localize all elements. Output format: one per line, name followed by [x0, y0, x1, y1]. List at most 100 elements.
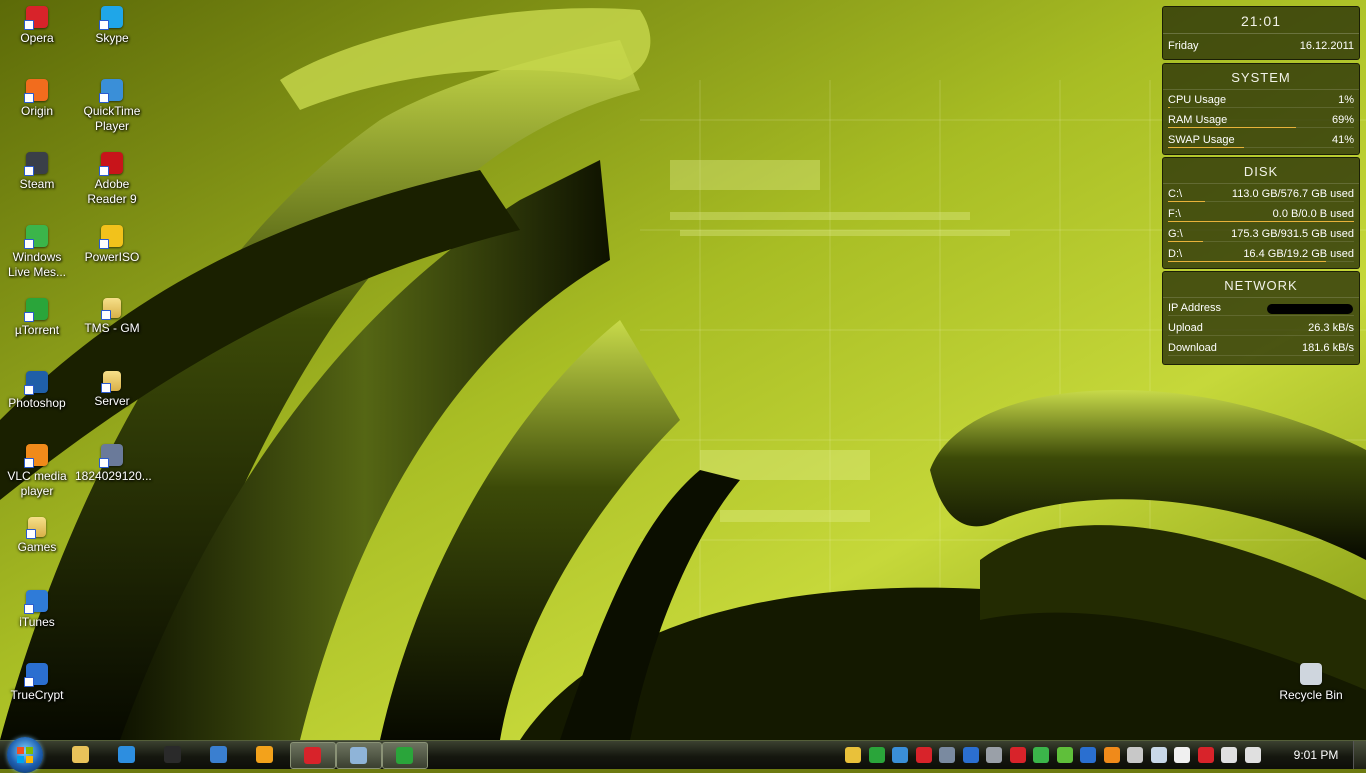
system-widget: SYSTEM CPU Usage 1% RAM Usage 69% SWAP Usage… [1162, 63, 1360, 155]
opera-tray-icon[interactable] [915, 747, 932, 763]
headset-icon[interactable] [1103, 747, 1120, 763]
steam-tray-icon[interactable] [1127, 747, 1143, 763]
opera-icon [304, 747, 321, 764]
utorrent-icon [396, 747, 413, 764]
desktop-shortcut-label: Windows Live Mes... [7, 250, 67, 279]
desktop-shortcut-origin[interactable]: Origin [0, 79, 74, 139]
internet-explorer-icon [118, 746, 135, 763]
desktop-shortcut-label: Server [94, 394, 130, 408]
ip-address-redaction [1267, 304, 1353, 314]
taskbar-button-explorer[interactable] [59, 742, 103, 767]
desktop-shortcut-label: 1824029120... [75, 469, 152, 483]
show-desktop-button[interactable] [1353, 741, 1366, 769]
system-usage-bar [1168, 107, 1170, 108]
photoshop-icon [24, 371, 48, 395]
hp-icon [164, 746, 181, 763]
bluetooth-icon[interactable] [962, 747, 979, 763]
desktop-shortcut-recycle-bin[interactable]: Recycle Bin [1274, 663, 1348, 723]
desktop-shortcut-windows-live-mes[interactable]: Windows Live Mes... [0, 225, 74, 285]
disk-row: D:\ 16.4 GB/19.2 GB used [1163, 244, 1359, 264]
system-usage-bar [1168, 127, 1296, 128]
clock-widget: 21:01 Friday 16.12.2011 [1162, 6, 1360, 60]
monitor-tray-icon[interactable] [892, 747, 908, 763]
desktop-shortcut-1824029120[interactable]: 1824029120... [75, 444, 152, 504]
mail-icon [210, 746, 227, 763]
hp-tray-icon[interactable] [1080, 747, 1096, 763]
taskbar-button-utorrent[interactable] [382, 742, 428, 769]
widget-day: Friday [1168, 40, 1199, 52]
system-row: SWAP Usage 41% [1163, 130, 1359, 150]
taskbar-button-internet-explorer[interactable] [105, 742, 149, 767]
taskbar-button-media-player[interactable] [243, 742, 287, 767]
network-row-divider [1168, 355, 1354, 356]
network-row: IP Address [1163, 298, 1359, 318]
disk-usage-bar [1168, 241, 1203, 242]
desktop-shortcut-label: Skype [95, 31, 129, 45]
disk-usage-bar [1168, 221, 1354, 222]
network-row-divider [1168, 315, 1354, 316]
desktop-shortcut-games[interactable]: Games [0, 517, 74, 577]
desktop-shortcut-opera[interactable]: Opera [0, 6, 74, 66]
taskbar-button-network-share[interactable] [336, 742, 382, 769]
desktop-shortcut-poweriso[interactable]: PowerISO [75, 225, 149, 285]
desktop-shortcut-label: Origin [20, 104, 53, 118]
disc-icon[interactable] [845, 747, 861, 763]
utorrent-tray-icon[interactable] [868, 747, 885, 763]
adobe-reader-icon [99, 152, 123, 176]
ati-icon[interactable] [1009, 747, 1026, 763]
network-widget-title: NETWORK [1163, 272, 1359, 298]
network-widget: NETWORK IP Address Upload 26.3 kB/s Downloa… [1162, 271, 1360, 365]
quicktime-icon [99, 79, 123, 103]
desktop-shortcut-tms-gm[interactable]: TMS - GM [75, 298, 149, 358]
taskbar-button-mail[interactable] [197, 742, 241, 767]
taskbar-clock[interactable]: 9:01 PM [1281, 741, 1351, 769]
desktop-shortcut-label: µTorrent [14, 323, 60, 337]
desktop-shortcut-label: TMS - GM [84, 321, 140, 335]
desktop-shortcut-server[interactable]: Server [75, 371, 149, 431]
volume-icon[interactable] [1244, 747, 1261, 763]
wireless-icon[interactable] [1033, 747, 1049, 763]
taskbar: 9:01 PM [0, 737, 1366, 773]
desktop-shortcut-label: Opera [20, 31, 54, 45]
desktop-shortcut-label: Steam [19, 177, 55, 191]
display-tray-icon[interactable] [986, 747, 1002, 763]
messenger-icon [24, 225, 48, 249]
desktop-shortcut-itunes[interactable]: iTunes [0, 590, 74, 650]
widget-date: 16.12.2011 [1299, 40, 1354, 52]
drop-icon[interactable] [1150, 747, 1167, 763]
disk-row: G:\ 175.3 GB/931.5 GB used [1163, 224, 1359, 244]
desktop-shortcut-quicktime-player[interactable]: QuickTime Player [75, 79, 149, 139]
desktop-shortcut-vlc-media-player[interactable]: VLC media player [0, 444, 74, 504]
desktop-shortcut-skype[interactable]: Skype [75, 6, 149, 66]
folder-icon [101, 371, 121, 393]
opera-icon [24, 6, 48, 30]
flag-icon[interactable] [1174, 747, 1190, 763]
media-player-icon [256, 746, 273, 763]
power-icon[interactable] [1197, 747, 1214, 763]
desktop-shortcut-adobe-reader-9[interactable]: Adobe Reader 9 [75, 152, 149, 212]
desktop-shortcut--torrent[interactable]: µTorrent [0, 298, 74, 358]
network-share-icon [350, 747, 367, 764]
windows-logo-icon [17, 747, 33, 763]
image-file-icon [99, 444, 123, 468]
desktop-shortcut-label: QuickTime Player [83, 104, 141, 133]
taskbar-button-hp[interactable] [151, 742, 195, 767]
desktop-shortcut-photoshop[interactable]: Photoshop [0, 371, 74, 431]
security-icon[interactable] [1056, 747, 1073, 763]
skype-icon [99, 6, 123, 30]
network-row: Upload 26.3 kB/s [1163, 318, 1359, 338]
taskbar-button-opera[interactable] [290, 742, 336, 769]
disk-usage-bar [1168, 201, 1205, 202]
desktop-shortcut-label: VLC media player [7, 469, 67, 498]
disk-row: C:\ 113.0 GB/576.7 GB used [1163, 184, 1359, 204]
app-tray-icon[interactable] [939, 747, 955, 763]
signal-icon[interactable] [1221, 747, 1237, 763]
disk-widget: DISK C:\ 113.0 GB/576.7 GB used F:\ 0.0 B/0… [1162, 157, 1360, 269]
desktop-shortcut-steam[interactable]: Steam [0, 152, 74, 212]
widget-time: 21:01 [1163, 7, 1359, 34]
desktop-shortcut-label: PowerISO [84, 250, 140, 264]
itunes-icon [24, 590, 48, 614]
disk-row: F:\ 0.0 B/0.0 B used [1163, 204, 1359, 224]
desktop-shortcut-truecrypt[interactable]: TrueCrypt [0, 663, 74, 723]
origin-icon [24, 79, 48, 103]
